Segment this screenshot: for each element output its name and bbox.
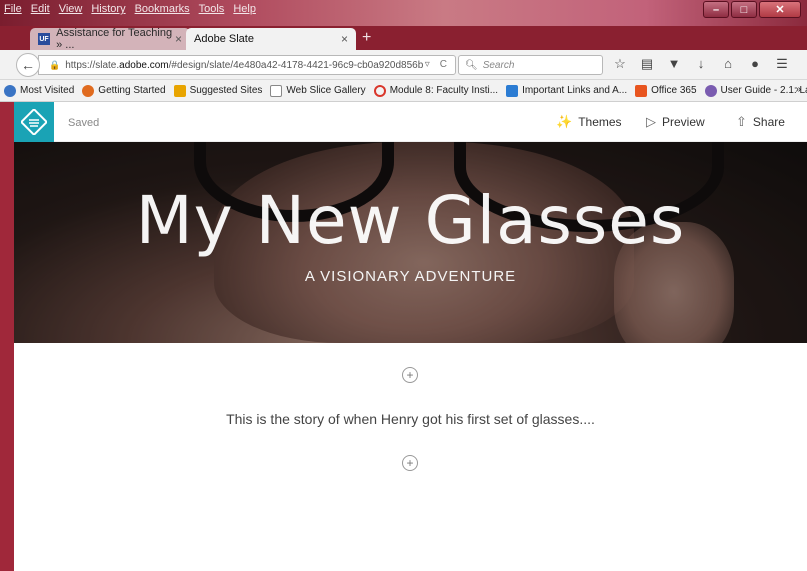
search-placeholder: Search: [482, 59, 515, 71]
ring-icon: [373, 84, 386, 97]
magic-wand-icon: ✨: [556, 114, 573, 129]
bookmark-user-guide[interactable]: User Guide - 2.1: Laun...: [704, 84, 807, 97]
download-icon[interactable]: ↓: [693, 56, 709, 72]
bookmark-important-links[interactable]: Important Links and A...: [506, 84, 627, 97]
close-window-button[interactable]: ✕: [759, 1, 801, 18]
reading-list-icon[interactable]: ▤: [639, 56, 655, 72]
back-button[interactable]: ←: [16, 53, 40, 77]
tab-label: Adobe Slate: [194, 33, 254, 45]
slate-logo-icon[interactable]: [14, 102, 54, 142]
bookmark-suggested-sites[interactable]: Suggested Sites: [173, 84, 262, 97]
chat-icon[interactable]: ●: [747, 56, 763, 72]
url-prefix: https://slate.: [65, 59, 120, 71]
story-paragraph[interactable]: This is the story of when Henry got his …: [14, 411, 807, 427]
search-icon: 🔍︎: [465, 59, 478, 71]
url-path: /#design/slate/4e480a42-4178-4421-96c9-c…: [168, 59, 424, 71]
grape-icon: [704, 84, 717, 97]
url-domain: adobe.com: [119, 59, 169, 71]
bookmark-getting-started[interactable]: Getting Started: [82, 84, 166, 97]
doc-icon: [506, 84, 519, 97]
menu-view[interactable]: View: [59, 3, 83, 15]
bookmark-web-slice-gallery[interactable]: Web Slice Gallery: [270, 84, 366, 97]
menu-history[interactable]: History: [91, 3, 125, 15]
tab-close-icon[interactable]: ×: [175, 32, 182, 46]
pocket-icon[interactable]: ▼: [666, 56, 682, 72]
preview-icon: ▷: [646, 114, 656, 129]
minimize-button[interactable]: –: [703, 1, 729, 18]
hero-banner[interactable]: My New Glasses A VISIONARY ADVENTURE: [14, 142, 807, 343]
tab-close-icon[interactable]: ×: [341, 32, 348, 46]
menu-file[interactable]: File: [4, 3, 22, 15]
hamburger-menu-icon[interactable]: ☰: [774, 56, 790, 72]
url-dropdown-icon[interactable]: ▿: [425, 59, 430, 70]
window-controls: – □ ✕: [703, 1, 801, 18]
menu-edit[interactable]: Edit: [31, 3, 50, 15]
back-arrow-icon: ←: [21, 57, 35, 73]
share-label: Share: [752, 115, 785, 129]
tab-assistance-for-teaching[interactable]: UF Assistance for Teaching » ... ×: [30, 27, 190, 51]
search-input[interactable]: 🔍︎ Search: [458, 55, 603, 75]
new-tab-button[interactable]: +: [362, 29, 371, 47]
reload-icon[interactable]: C: [440, 59, 447, 70]
hero-title[interactable]: My New Glasses: [14, 182, 807, 259]
home-icon[interactable]: ⌂: [720, 56, 736, 72]
bing-icon: [173, 84, 186, 97]
menu-tools[interactable]: Tools: [199, 3, 225, 15]
lock-icon: 🔒: [49, 59, 61, 70]
url-bar[interactable]: 🔒 https://slate. adobe.com/#design/slate/…: [38, 55, 456, 75]
window-left-edge: [0, 102, 14, 571]
hero-subtitle[interactable]: A VISIONARY ADVENTURE: [14, 268, 807, 285]
menu-bookmarks[interactable]: Bookmarks: [135, 3, 190, 15]
story-content: + This is the story of when Henry got hi…: [14, 343, 807, 571]
office-icon: [635, 84, 648, 97]
globe-icon: [4, 84, 16, 97]
save-status: Saved: [68, 117, 100, 129]
toolbar-icons: ☆ ▤ ▼ ↓ ⌂ ● ☰: [612, 56, 790, 72]
tab-strip: UF Assistance for Teaching » ... × Adobe…: [0, 26, 807, 51]
tab-label: Assistance for Teaching » ...: [56, 27, 173, 51]
menu-bar: File Edit View History Bookmarks Tools H…: [4, 3, 256, 15]
tab-adobe-slate[interactable]: Adobe Slate ×: [186, 28, 356, 50]
bookmark-star-icon[interactable]: ☆: [612, 56, 628, 72]
bookmark-most-visited[interactable]: Most Visited: [4, 84, 74, 97]
add-block-button-top[interactable]: +: [402, 367, 418, 383]
preview-label: Preview: [662, 115, 705, 129]
bookmark-office-365[interactable]: Office 365: [635, 84, 697, 97]
window-titlebar: File Edit View History Bookmarks Tools H…: [0, 0, 807, 26]
menu-help[interactable]: Help: [233, 3, 256, 15]
share-button[interactable]: ⇧ Share: [736, 114, 785, 130]
uf-favicon-icon: UF: [38, 33, 51, 45]
share-icon: ⇧: [736, 114, 747, 129]
navigation-bar: 🔒 https://slate. adobe.com/#design/slate/…: [0, 50, 807, 80]
add-block-button-bottom[interactable]: +: [402, 455, 418, 471]
bookmarks-overflow-icon[interactable]: »: [795, 84, 801, 95]
themes-button[interactable]: ✨ Themes: [556, 114, 622, 130]
preview-button[interactable]: ▷ Preview: [646, 114, 705, 130]
bookmark-module-8[interactable]: Module 8: Faculty Insti...: [373, 84, 498, 97]
maximize-button[interactable]: □: [731, 1, 757, 18]
page-icon: [270, 84, 283, 97]
slate-header: Saved ✨ Themes ▷ Preview ⇧ Share: [14, 102, 807, 142]
themes-label: Themes: [578, 115, 622, 129]
firefox-icon: [82, 84, 95, 97]
bookmarks-bar: Most Visited Getting Started Suggested S…: [0, 80, 807, 102]
